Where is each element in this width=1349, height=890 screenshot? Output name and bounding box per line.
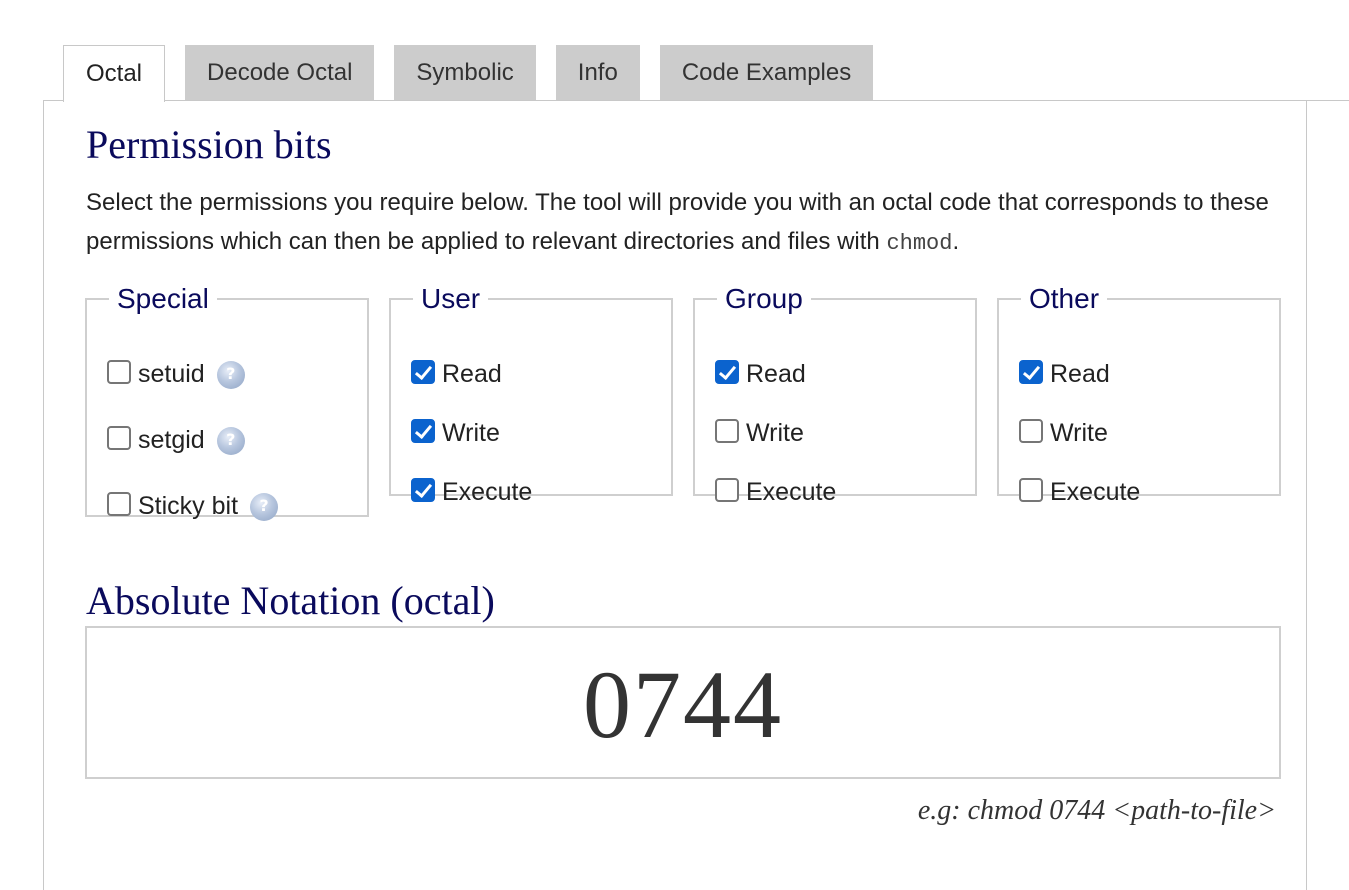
other-write-label: Write xyxy=(1050,419,1108,447)
user-read-option[interactable]: Read xyxy=(411,359,502,389)
setuid-label: setuid xyxy=(138,360,205,388)
other-execute-label: Execute xyxy=(1050,478,1141,506)
other-read-checkbox[interactable] xyxy=(1019,359,1043,384)
sticky-bit-option[interactable]: Sticky bit xyxy=(107,491,279,521)
chmod-example: e.g: chmod 0744 <path-to-file> xyxy=(917,795,1276,826)
other-fieldset: Other Read Write Execute xyxy=(997,283,1281,506)
other-write-checkbox[interactable] xyxy=(1019,418,1043,443)
sticky-bit-label: Sticky bit xyxy=(138,492,239,520)
absolute-notation-heading: Absolute Notation (octal) xyxy=(86,578,495,623)
other-read-label: Read xyxy=(1050,360,1110,388)
tab-bar: Octal Decode Octal Symbolic Info Code Ex… xyxy=(63,45,893,102)
group-write-checkbox[interactable] xyxy=(715,418,739,443)
user-execute-option[interactable]: Execute xyxy=(411,477,533,507)
group-fieldset: Group Read Write Execute xyxy=(693,283,977,506)
user-write-label: Write xyxy=(442,419,500,447)
user-execute-label: Execute xyxy=(442,478,533,506)
user-write-option[interactable]: Write xyxy=(411,418,500,448)
user-execute-checkbox[interactable] xyxy=(411,477,435,502)
user-read-checkbox[interactable] xyxy=(411,359,435,384)
other-legend: Other xyxy=(1029,283,1100,314)
octal-output-box: 0744 xyxy=(85,626,1281,779)
description-end: . xyxy=(952,228,960,255)
user-read-label: Read xyxy=(442,360,502,388)
tab-decode-octal[interactable]: Decode Octal xyxy=(185,45,375,100)
group-execute-label: Execute xyxy=(746,478,837,506)
user-fieldset: User Read Write Execute xyxy=(389,283,673,506)
tab-symbolic[interactable]: Symbolic xyxy=(394,45,536,100)
group-read-checkbox[interactable] xyxy=(715,359,739,384)
other-execute-option[interactable]: Execute xyxy=(1019,477,1141,507)
group-write-option[interactable]: Write xyxy=(715,418,804,448)
other-execute-checkbox[interactable] xyxy=(1019,477,1043,502)
group-read-option[interactable]: Read xyxy=(715,359,806,389)
setgid-label: setgid xyxy=(138,426,205,454)
special-fieldset: Special setuid setgid Sticky bit xyxy=(85,283,369,521)
setgid-option[interactable]: setgid xyxy=(107,425,245,455)
octal-value: 0744 xyxy=(583,651,783,758)
setuid-checkbox[interactable] xyxy=(107,359,131,384)
group-legend: Group xyxy=(725,283,803,314)
description-text: Select the permissions you require below… xyxy=(86,189,1269,255)
setgid-checkbox[interactable] xyxy=(107,425,131,450)
chmod-code: chmod xyxy=(886,231,953,256)
help-icon[interactable] xyxy=(216,426,245,455)
permission-bits-heading: Permission bits xyxy=(86,122,332,167)
tab-octal[interactable]: Octal xyxy=(63,45,166,102)
special-legend: Special xyxy=(117,283,209,314)
tab-info[interactable]: Info xyxy=(555,45,640,100)
sticky-bit-checkbox[interactable] xyxy=(107,491,131,516)
other-write-option[interactable]: Write xyxy=(1019,418,1108,448)
group-read-label: Read xyxy=(746,360,806,388)
user-write-checkbox[interactable] xyxy=(411,418,435,443)
help-icon[interactable] xyxy=(216,360,245,389)
tab-code-examples[interactable]: Code Examples xyxy=(659,45,874,100)
group-execute-option[interactable]: Execute xyxy=(715,477,837,507)
setuid-option[interactable]: setuid xyxy=(107,359,245,389)
other-read-option[interactable]: Read xyxy=(1019,359,1110,389)
help-icon[interactable] xyxy=(250,492,279,521)
user-legend: User xyxy=(421,283,481,314)
group-execute-checkbox[interactable] xyxy=(715,477,739,502)
group-write-label: Write xyxy=(746,419,804,447)
divider xyxy=(1306,100,1349,101)
permission-description: Select the permissions you require below… xyxy=(86,183,1286,263)
